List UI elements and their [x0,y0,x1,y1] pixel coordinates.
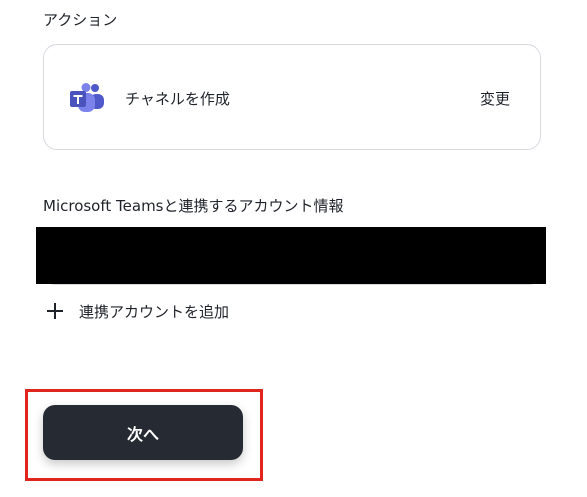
microsoft-teams-logo-icon [68,83,106,113]
change-action-button[interactable]: 変更 [480,88,510,109]
account-section-heading: Microsoft Teamsと連携するアカウント情報 [43,197,344,215]
plus-icon [47,303,63,319]
account-select-redacted[interactable] [36,227,546,284]
action-section-heading: アクション [43,11,118,29]
add-linked-account-label: 連携アカウントを追加 [79,302,230,321]
action-card: チャネルを作成 変更 [43,44,541,150]
add-linked-account-button[interactable]: 連携アカウントを追加 [47,300,229,322]
action-name: チャネルを作成 [125,90,230,108]
next-button[interactable]: 次へ [43,405,243,460]
